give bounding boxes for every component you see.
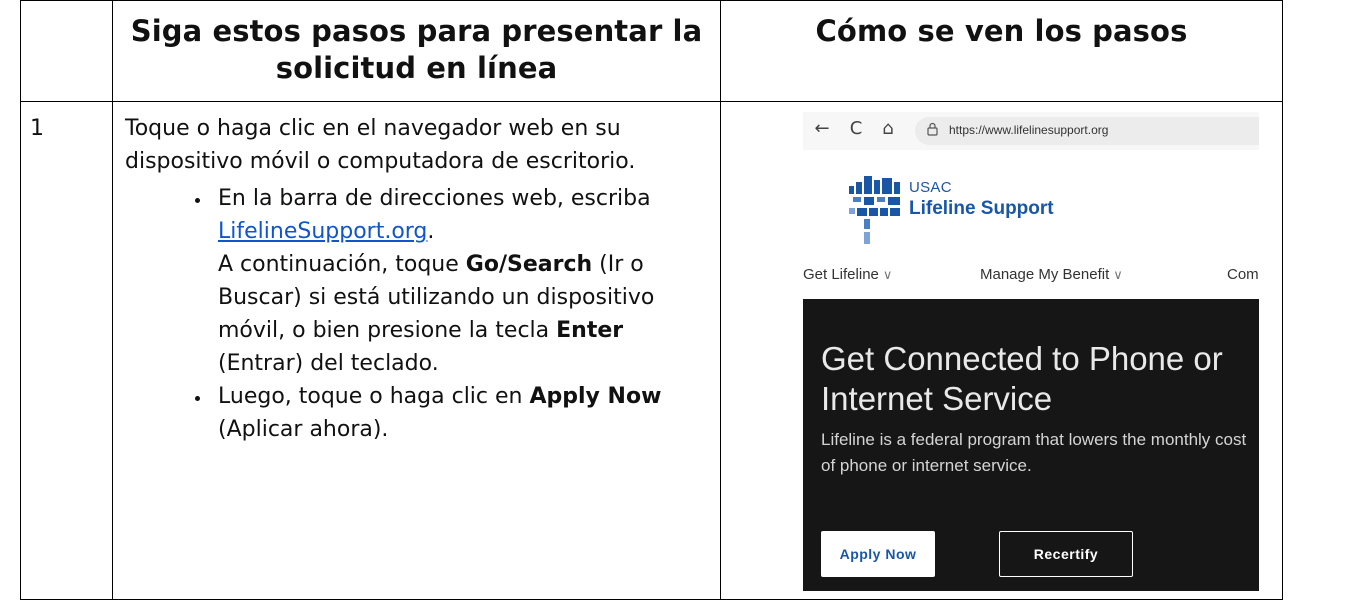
bullet-apply-now: Luego, toque o haga clic en Apply Now (A… — [212, 380, 706, 446]
brand-usac: USAC — [909, 179, 952, 196]
header-how-steps-look-text: Cómo se ven los pasos — [815, 14, 1188, 48]
nav-get-lifeline[interactable]: Get Lifeline ∨ — [803, 266, 892, 283]
lifelinesupport-link[interactable]: LifelineSupport.org — [218, 219, 427, 244]
step-number: 1 — [20, 101, 113, 600]
hero-banner: Get Connected to Phone or Internet Servi… — [803, 299, 1259, 591]
step-instructions: Toque o haga clic en el navegador web en… — [112, 101, 721, 600]
bullet-address-bar: En la barra de direcciones web, escriba … — [212, 182, 706, 380]
recertify-button[interactable]: Recertify — [999, 531, 1133, 577]
nav-manage-benefit[interactable]: Manage My Benefit ∨ — [980, 266, 1123, 283]
hero-description: Lifeline is a federal program that lower… — [821, 430, 1247, 475]
header-instructions-text: Siga estos pasos para presentar la solic… — [130, 14, 703, 85]
apply-now-term: Apply Now — [529, 384, 662, 409]
enter-key-term: Enter — [556, 318, 624, 343]
reload-icon[interactable]: C — [845, 118, 867, 140]
usac-logo-icon — [849, 176, 900, 244]
back-arrow-icon[interactable]: ← — [811, 118, 833, 140]
header-instructions: Siga estos pasos para presentar la solic… — [112, 0, 721, 102]
apply-now-button[interactable]: Apply Now — [821, 531, 935, 577]
step-screenshot-cell: ← C ⌂ https://www.lifelinesupport.org US… — [720, 101, 1283, 600]
hero-title: Get Connected to Phone or Internet Servi… — [821, 340, 1223, 417]
chevron-down-icon: ∨ — [1113, 267, 1123, 282]
lock-icon — [927, 122, 938, 136]
bullet2-pre: Luego, toque o haga clic en — [218, 384, 530, 409]
bullet1-period: . — [427, 219, 435, 244]
step-bullets: En la barra de direcciones web, escriba … — [125, 182, 706, 446]
address-bar[interactable]: https://www.lifelinesupport.org — [915, 117, 1259, 145]
bullet1-line2-pre: A continuación, toque — [218, 252, 466, 277]
header-how-steps-look: Cómo se ven los pasos — [720, 0, 1283, 102]
home-icon[interactable]: ⌂ — [877, 118, 899, 140]
nav-manage-benefit-label: Manage My Benefit — [980, 266, 1110, 283]
bullet1-prefix: En la barra de direcciones web, escriba — [218, 186, 651, 211]
nav-get-lifeline-label: Get Lifeline — [803, 266, 879, 283]
header-row: Siga estos pasos para presentar la solic… — [20, 0, 1283, 102]
browser-toolbar: ← C ⌂ https://www.lifelinesupport.org — [803, 112, 1259, 150]
bullet2-post: (Aplicar ahora). — [218, 417, 389, 442]
browser-screenshot: ← C ⌂ https://www.lifelinesupport.org US… — [803, 112, 1259, 591]
header-cell-empty — [20, 0, 113, 102]
url-text: https://www.lifelinesupport.org — [949, 123, 1109, 137]
brand-lifeline-support[interactable]: Lifeline Support — [909, 198, 1054, 220]
go-search-term: Go/Search — [465, 252, 593, 277]
chevron-down-icon: ∨ — [882, 267, 893, 282]
bullet1-line2-end: (Entrar) del teclado. — [218, 351, 439, 376]
step-intro: Toque o haga clic en el navegador web en… — [125, 116, 636, 174]
nav-com-truncated[interactable]: Com — [1227, 266, 1259, 283]
step-row: 1 Toque o haga clic en el navegador web … — [20, 101, 1283, 600]
steps-table: Siga estos pasos para presentar la solic… — [20, 0, 1283, 600]
